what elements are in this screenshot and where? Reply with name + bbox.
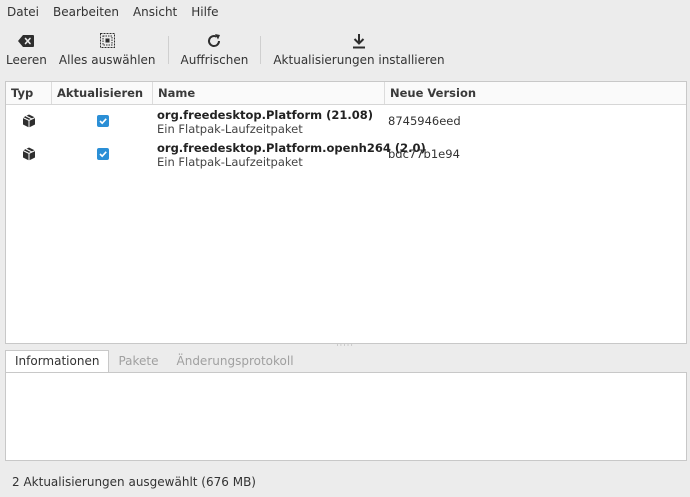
tab-information[interactable]: Informationen [5,350,110,372]
refresh-label: Auffrischen [180,52,249,67]
clear-button[interactable]: Leeren [0,24,53,74]
update-checkbox[interactable] [96,148,109,160]
status-text: 2 Aktualisierungen ausgewählt (676 MB) [12,474,256,489]
splitter-handle-icon: ····· [336,341,354,350]
package-name: org.freedesktop.Platform.openh264 (2.0) [157,141,426,155]
download-icon [352,32,366,50]
details-tabs: Informationen Pakete Änderungsprotokoll [5,350,685,372]
package-icon [22,114,36,131]
column-header-type[interactable]: Typ [6,82,52,104]
package-name: org.freedesktop.Platform (21.08) [157,108,374,122]
menu-help[interactable]: Hilfe [184,0,225,24]
menu-edit[interactable]: Bearbeiten [46,0,126,24]
toolbar: Leeren Alles auswählen Auffrischen Aktua… [0,24,690,74]
select-all-label: Alles auswählen [58,52,156,67]
toolbar-separator [260,36,262,64]
select-all-button[interactable]: Alles auswählen [53,24,162,74]
pane-splitter[interactable]: ····· [0,341,690,350]
refresh-icon [206,32,222,50]
table-row[interactable]: org.freedesktop.Platform.openh264 (2.0) … [6,138,686,171]
package-description: Ein Flatpak-Laufzeitpaket [157,155,303,169]
update-cell [52,105,153,127]
clear-label: Leeren [6,52,47,67]
column-header-name[interactable]: Name [153,82,385,104]
column-header-version[interactable]: Neue Version [385,82,686,104]
install-updates-label: Aktualisierungen installieren [273,52,445,67]
toolbar-separator [167,36,169,64]
package-icon [22,147,36,164]
updates-list: Typ Aktualisieren Name Neue Version org.… [5,81,687,344]
type-cell [6,105,52,131]
menubar: Datei Bearbeiten Ansicht Hilfe [0,0,690,24]
install-updates-button[interactable]: Aktualisierungen installieren [267,24,450,74]
select-all-icon [99,32,115,50]
version-cell: 8745946eed [388,114,461,128]
table-row[interactable]: org.freedesktop.Platform (21.08) Ein Fla… [6,105,686,138]
tab-changelog[interactable]: Änderungsprotokoll [168,350,303,372]
name-cell: org.freedesktop.Platform (21.08) Ein Fla… [153,105,385,136]
menu-view[interactable]: Ansicht [126,0,184,24]
name-cell: org.freedesktop.Platform.openh264 (2.0) … [153,138,426,169]
type-cell [6,138,52,164]
column-header-update[interactable]: Aktualisieren [52,82,153,104]
tab-packages[interactable]: Pakete [109,350,167,372]
clear-icon [18,32,35,50]
update-checkbox[interactable] [96,115,109,127]
statusbar: 2 Aktualisierungen ausgewählt (676 MB) [0,466,690,497]
version-cell: bdc77b1e94 [388,147,460,161]
information-panel [5,372,687,461]
package-description: Ein Flatpak-Laufzeitpaket [157,122,303,136]
list-header: Typ Aktualisieren Name Neue Version [6,82,686,105]
menu-file[interactable]: Datei [0,0,46,24]
update-cell [52,138,153,160]
refresh-button[interactable]: Auffrischen [175,24,255,74]
